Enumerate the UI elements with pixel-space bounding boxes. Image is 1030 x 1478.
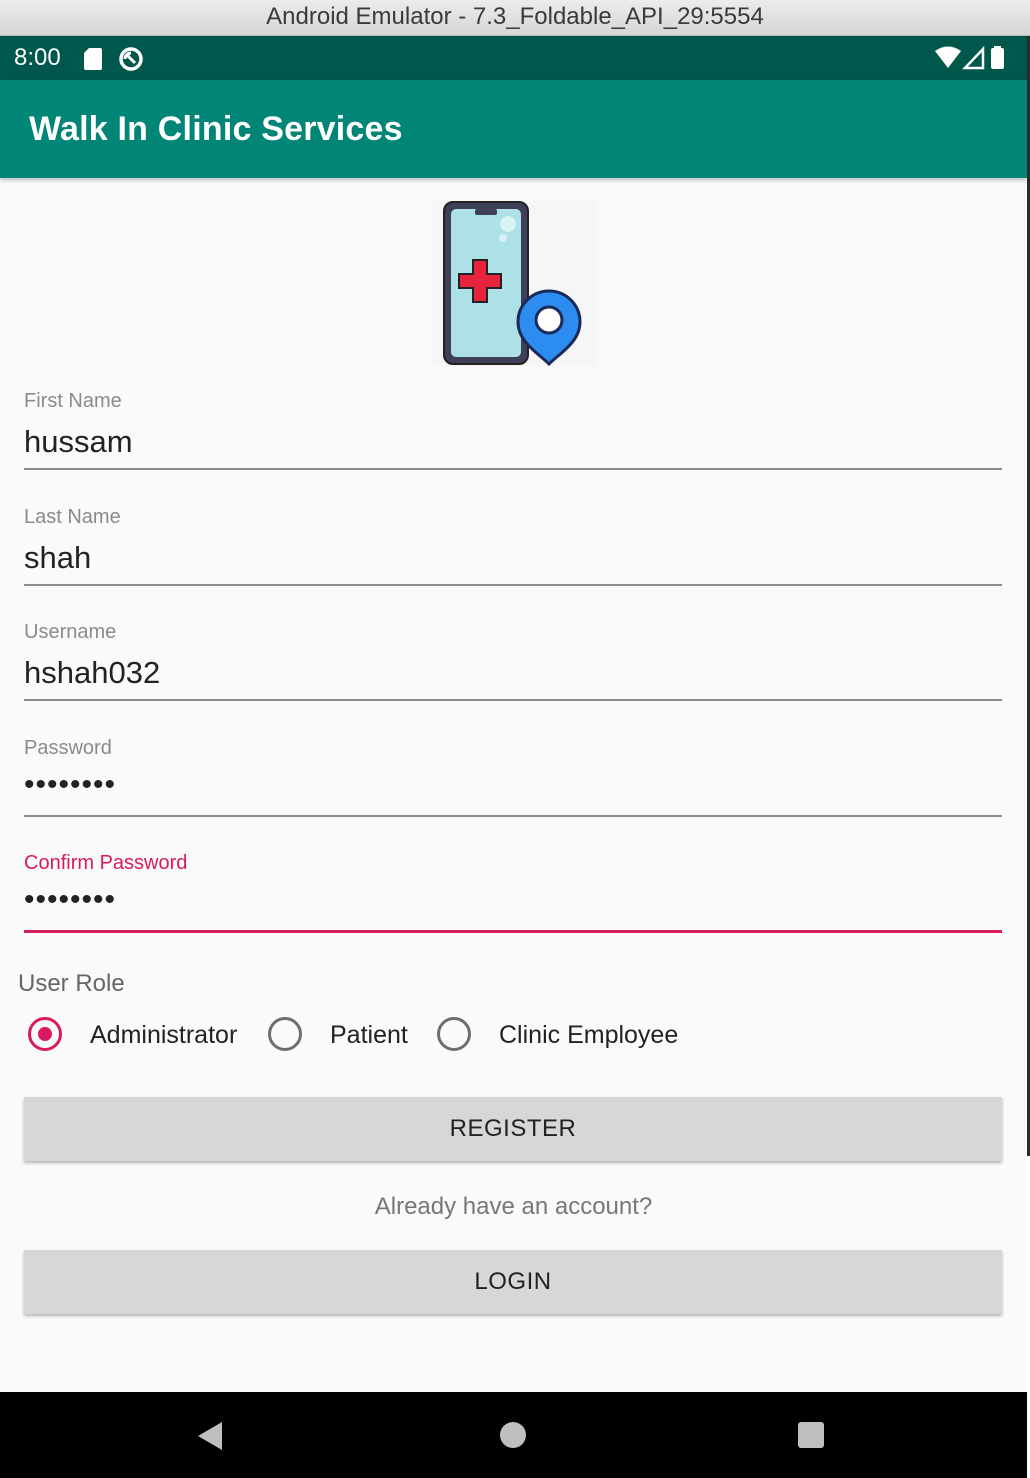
home-icon[interactable] [500,1422,526,1448]
last-name-label: Last Name [24,506,121,528]
emulator-window-title: Android Emulator - 7.3_Foldable_API_29:5… [0,0,1030,36]
status-right-icons [935,46,1004,70]
sync-icon [119,47,143,71]
register-button[interactable]: REGISTER [24,1097,1002,1161]
app-bar: Walk In Clinic Services [0,80,1027,178]
sd-card-icon [84,48,102,70]
password-field[interactable]: Password [24,737,1002,837]
already-have-account-text: Already have an account? [374,1193,653,1220]
confirm-password-label: Confirm Password [24,852,188,874]
password-underline [24,815,1002,817]
first-name-label: First Name [24,390,122,412]
app-title: Walk In Clinic Services [29,110,403,148]
confirm-password-input[interactable] [24,878,1002,922]
username-input[interactable] [24,651,1002,695]
login-button[interactable]: LOGIN [24,1250,1002,1314]
radio-clinic-employee-label: Clinic Employee [499,1021,679,1049]
wifi-icon [935,46,961,68]
username-field[interactable]: Username [24,621,1002,721]
battery-icon [991,48,1004,69]
device-screen: 8:00 Walk In Clinic Services First Name [0,36,1027,1478]
last-name-field[interactable]: Last Name [24,506,1002,606]
back-icon[interactable] [198,1422,224,1450]
last-name-input[interactable] [24,536,1002,580]
radio-administrator-label: Administrator [90,1021,238,1049]
recents-icon[interactable] [798,1422,824,1448]
status-time: 8:00 [14,44,61,71]
first-name-input[interactable] [24,420,1002,464]
cellular-signal-icon [962,46,985,70]
password-input[interactable] [24,763,1002,807]
user-role-label: User Role [18,970,125,997]
last-name-underline [24,584,1002,586]
user-role-radio-group: Administrator Patient Clinic Employee [24,1014,1004,1060]
password-label: Password [24,737,112,759]
radio-unchecked-icon [268,1017,302,1051]
status-bar: 8:00 [0,36,1027,80]
radio-unchecked-icon [437,1017,471,1051]
radio-patient-label: Patient [330,1021,408,1049]
first-name-underline [24,468,1002,470]
navigation-bar [0,1392,1027,1478]
first-name-field[interactable]: First Name [24,390,1002,490]
radio-checked-icon [28,1017,62,1051]
confirm-password-underline [24,930,1002,933]
clinic-phone-location-logo [433,201,597,367]
username-label: Username [24,621,117,643]
username-underline [24,699,1002,701]
confirm-password-field[interactable]: Confirm Password [24,852,1002,952]
